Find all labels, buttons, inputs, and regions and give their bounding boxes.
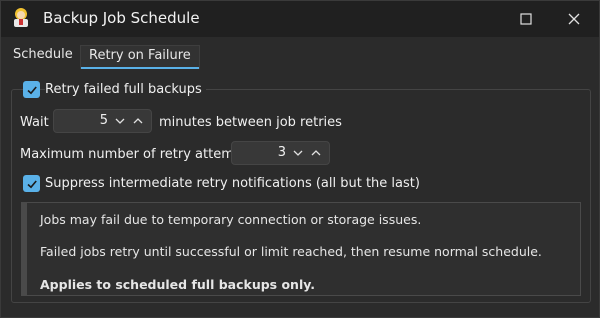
tab-retry-label: Retry on Failure: [89, 48, 191, 63]
backup-job-schedule-window: Backup Job Schedule Schedule Retry on Fa…: [0, 0, 600, 318]
info-line-connection: Jobs may fail due to temporary connectio…: [40, 212, 422, 227]
max-attempts-value: 3: [277, 145, 286, 160]
chevron-down-icon: [115, 118, 125, 124]
title-bar: Backup Job Schedule: [1, 1, 599, 37]
info-line-retry-behavior: Failed jobs retry until successful or li…: [40, 244, 542, 259]
wait-increase-button[interactable]: [130, 112, 146, 130]
info-line-scope: Applies to scheduled full backups only.: [40, 277, 315, 292]
wait-minutes-stepper[interactable]: 5: [53, 109, 152, 133]
checkmark-icon: [26, 85, 37, 94]
wait-label: Wait: [20, 115, 49, 130]
wait-suffix-label: minutes between job retries: [159, 115, 342, 130]
checkmark-icon: [26, 179, 37, 188]
chevron-up-icon: [133, 118, 143, 124]
close-button[interactable]: [551, 1, 597, 37]
chevron-up-icon: [311, 150, 321, 156]
max-attempts-decrease-button[interactable]: [290, 144, 306, 162]
tab-retry-on-failure[interactable]: Retry on Failure: [80, 45, 200, 69]
tab-schedule[interactable]: Schedule: [7, 47, 79, 69]
chevron-down-icon: [293, 150, 303, 156]
maximize-button[interactable]: [503, 1, 549, 37]
retry-failed-checkbox[interactable]: [23, 81, 40, 98]
retry-failed-label: Retry failed full backups: [45, 82, 206, 97]
max-attempts-stepper[interactable]: 3: [231, 141, 330, 165]
backup-agent-icon: [14, 8, 28, 27]
info-box: Jobs may fail due to temporary connectio…: [21, 202, 581, 296]
window-title: Backup Job Schedule: [43, 9, 200, 27]
wait-minutes-value: 5: [99, 113, 108, 128]
wait-decrease-button[interactable]: [112, 112, 128, 130]
close-icon: [568, 13, 580, 25]
max-attempts-increase-button[interactable]: [308, 144, 324, 162]
max-attempts-label: Maximum number of retry attempts:: [20, 147, 259, 162]
tab-bar: Schedule Retry on Failure: [1, 37, 599, 69]
maximize-icon: [520, 13, 532, 25]
retry-panel: Retry failed full backups Wait 5 minutes…: [9, 69, 593, 309]
suppress-notifications-label: Suppress intermediate retry notification…: [45, 176, 420, 191]
info-accent-bar: [22, 203, 27, 295]
suppress-notifications-checkbox[interactable]: [23, 175, 40, 192]
